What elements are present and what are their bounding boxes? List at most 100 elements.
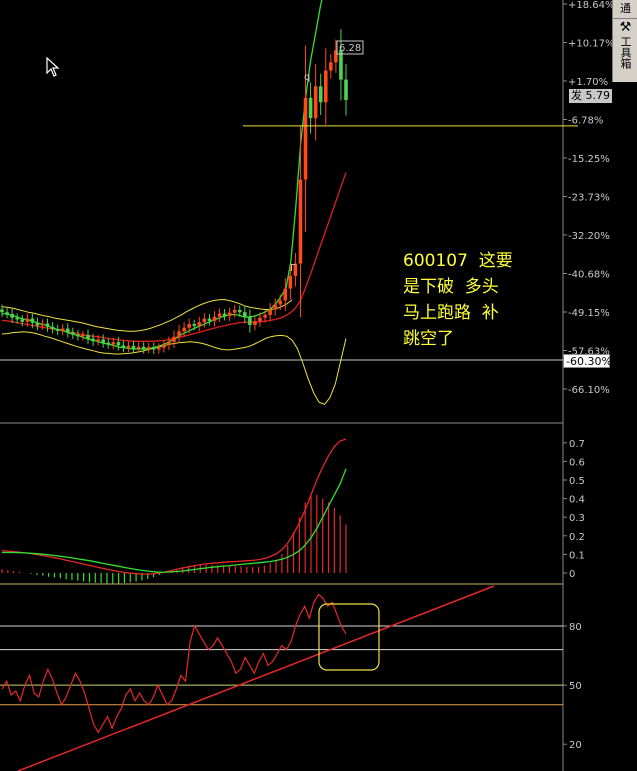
stock-chart[interactable]: 6.28 q Γ +18.64% +10.17% +1.70% -6.78% -15.25%… bbox=[0, 0, 637, 771]
macd-tick-label: 0.4 bbox=[569, 495, 585, 506]
candle-body bbox=[273, 304, 277, 310]
candle-body bbox=[86, 334, 90, 339]
candle-body bbox=[121, 345, 126, 348]
candle-body bbox=[187, 324, 191, 328]
candle-body bbox=[126, 345, 131, 348]
price-tick-label: +18.64% bbox=[568, 0, 615, 11]
toolbox-button[interactable]: ⚒ 工具箱 bbox=[613, 20, 637, 82]
price-tick-label: -66.10% bbox=[568, 385, 610, 396]
candle-body bbox=[298, 179, 303, 264]
price-tick-label: -23.73% bbox=[568, 192, 610, 203]
candle-body bbox=[212, 316, 217, 321]
candle-body bbox=[96, 339, 100, 342]
mouse-pointer-icon bbox=[46, 57, 60, 77]
candle-body bbox=[111, 342, 116, 345]
candle-body bbox=[217, 313, 222, 317]
candle-body bbox=[0, 309, 4, 313]
annotation-note: 600107 这要 是下破 多头 马上跑路 补 跳空了 bbox=[403, 248, 513, 352]
candle-body bbox=[313, 86, 318, 119]
macd-tick-label: 0.1 bbox=[569, 550, 585, 561]
candle-body bbox=[202, 318, 207, 323]
candle-body bbox=[131, 345, 136, 349]
candle-body bbox=[106, 342, 111, 345]
current-price-tag: 发 5.79 bbox=[569, 89, 612, 103]
peak-marker: q bbox=[304, 72, 310, 83]
candle-body bbox=[146, 347, 151, 349]
candle-body bbox=[151, 347, 156, 350]
candle-body bbox=[101, 339, 105, 343]
candle-body bbox=[318, 86, 323, 103]
oscillator-axis: 80 50 20 bbox=[563, 622, 582, 751]
percent-tag: -60.30% bbox=[563, 354, 612, 368]
candle-body bbox=[50, 326, 55, 330]
candle-body bbox=[81, 334, 85, 337]
oscillator-panel[interactable] bbox=[0, 585, 563, 771]
annotation-line-3: 马上跑路 补 bbox=[403, 303, 499, 323]
candle-body bbox=[35, 322, 40, 326]
candle-body bbox=[71, 332, 75, 335]
toolbox-label: 工具箱 bbox=[619, 36, 632, 69]
candle-body bbox=[182, 327, 186, 332]
osc-tick-label: 50 bbox=[569, 681, 582, 692]
candle-body bbox=[237, 309, 242, 313]
candle-body bbox=[258, 317, 262, 322]
candle-body bbox=[192, 324, 197, 326]
candle-body bbox=[30, 318, 35, 323]
candle-body bbox=[248, 317, 252, 325]
candle-body bbox=[162, 344, 166, 348]
macd-panel[interactable] bbox=[1, 438, 347, 584]
price-tick-label: -6.78% bbox=[568, 115, 603, 126]
tab-tong[interactable]: 通 bbox=[613, 0, 637, 19]
candle-body bbox=[323, 70, 328, 103]
highlight-box bbox=[318, 603, 380, 671]
candle-body bbox=[263, 314, 267, 318]
annotation-line-1: 600107 这要 bbox=[403, 251, 513, 271]
candle-body bbox=[76, 334, 80, 337]
candle-body bbox=[5, 312, 9, 315]
candle-body bbox=[60, 328, 65, 331]
candle-body bbox=[116, 342, 121, 346]
osc-tick-label: 80 bbox=[569, 622, 582, 633]
candle-body bbox=[283, 288, 288, 301]
gap-marker: Γ bbox=[290, 263, 296, 274]
macd-tick-label: 0.6 bbox=[569, 457, 585, 468]
candle-body bbox=[197, 322, 202, 326]
candle-body bbox=[91, 338, 95, 342]
macd-tick-label: 0.5 bbox=[569, 476, 585, 487]
candle-body bbox=[253, 321, 257, 325]
macd-tick-label: 0.2 bbox=[569, 532, 585, 543]
macd-tick-label: 0 bbox=[569, 569, 575, 580]
candle-body bbox=[10, 314, 14, 318]
candle-body bbox=[157, 347, 161, 350]
candle-body bbox=[222, 313, 227, 316]
candle-body bbox=[227, 312, 232, 316]
macd-axis: 0.7 0.6 0.5 0.4 0.3 0.2 0.1 0 bbox=[563, 439, 585, 580]
candle-body bbox=[268, 309, 272, 315]
candle-body bbox=[278, 300, 283, 305]
macd-tick-label: 0.7 bbox=[569, 439, 585, 450]
candle-body bbox=[136, 346, 141, 349]
price-tick-label: -15.25% bbox=[568, 154, 610, 165]
candle-body bbox=[288, 275, 293, 289]
candle-body bbox=[344, 79, 348, 101]
candle-body bbox=[177, 331, 181, 337]
candle-body bbox=[20, 319, 25, 322]
hammer-wrench-icon: ⚒ bbox=[619, 20, 632, 35]
candle-body bbox=[55, 329, 60, 331]
candle-body bbox=[15, 317, 19, 320]
band-upper-line bbox=[1, 298, 293, 332]
dea-line bbox=[2, 468, 347, 573]
trendline bbox=[17, 585, 495, 771]
annotation-line-2: 是下破 多头 bbox=[403, 277, 499, 297]
candle-body bbox=[40, 323, 45, 326]
price-axis: +18.64% +10.17% +1.70% -6.78% -15.25% -23.73%… bbox=[563, 0, 615, 396]
candle-body bbox=[243, 312, 247, 318]
macd-tick-label: 0.3 bbox=[569, 513, 585, 524]
candle-body bbox=[232, 309, 237, 313]
annotation-line-4: 跳空了 bbox=[403, 329, 454, 349]
candle-body bbox=[172, 336, 176, 342]
candle-body bbox=[141, 346, 146, 349]
candle-body bbox=[65, 328, 70, 333]
high-label-text: 6.28 bbox=[339, 43, 361, 54]
candle-body bbox=[329, 62, 333, 71]
